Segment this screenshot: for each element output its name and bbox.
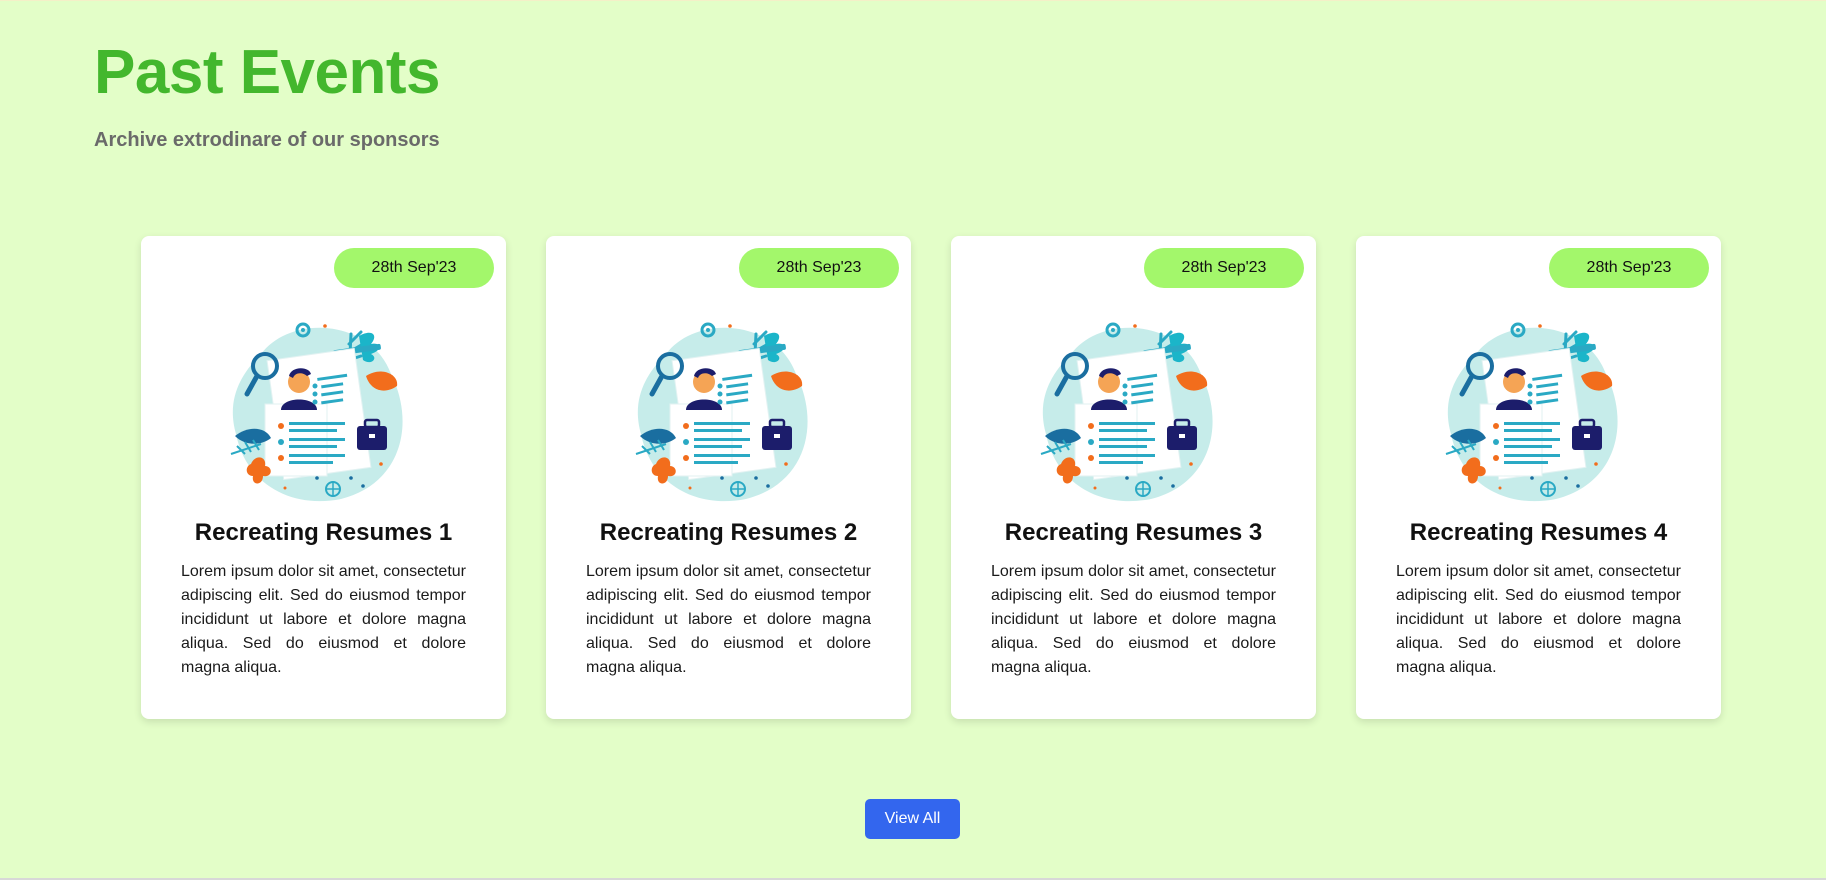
resume-illustration-icon: [1031, 314, 1231, 504]
resume-illustration-icon: [221, 314, 421, 504]
event-card[interactable]: 28th Sep'23 Recreating Resumes 1 Lorem i…: [141, 236, 506, 719]
date-badge: 28th Sep'23: [739, 248, 899, 288]
events-list: 28th Sep'23 Recreating Resumes 1 Lorem i…: [141, 236, 1721, 719]
view-all-button[interactable]: View All: [865, 799, 960, 839]
event-description: Lorem ipsum dolor sit amet, consectetur …: [181, 563, 466, 676]
date-badge: 28th Sep'23: [1144, 248, 1304, 288]
event-title: Recreating Resumes 1: [194, 519, 453, 546]
event-description: Lorem ipsum dolor sit amet, consectetur …: [586, 563, 871, 676]
event-card[interactable]: 28th Sep'23 Recreating Resumes 4 Lorem i…: [1356, 236, 1721, 719]
event-card[interactable]: 28th Sep'23 Recreating Resumes 3 Lorem i…: [951, 236, 1316, 719]
event-card[interactable]: 28th Sep'23 Recreating Resumes 2 Lorem i…: [546, 236, 911, 719]
page-title: Past Events: [94, 38, 441, 107]
event-title: Recreating Resumes 3: [1004, 519, 1263, 546]
event-description: Lorem ipsum dolor sit amet, consectetur …: [991, 563, 1276, 676]
event-description: Lorem ipsum dolor sit amet, consectetur …: [1396, 563, 1681, 676]
event-title: Recreating Resumes 2: [599, 519, 858, 546]
resume-illustration-icon: [626, 314, 826, 504]
event-title: Recreating Resumes 4: [1409, 519, 1668, 546]
date-badge: 28th Sep'23: [334, 248, 494, 288]
resume-illustration-icon: [1436, 314, 1636, 504]
page-subtitle: Archive extrodinare of our sponsors: [94, 129, 440, 151]
date-badge: 28th Sep'23: [1549, 248, 1709, 288]
